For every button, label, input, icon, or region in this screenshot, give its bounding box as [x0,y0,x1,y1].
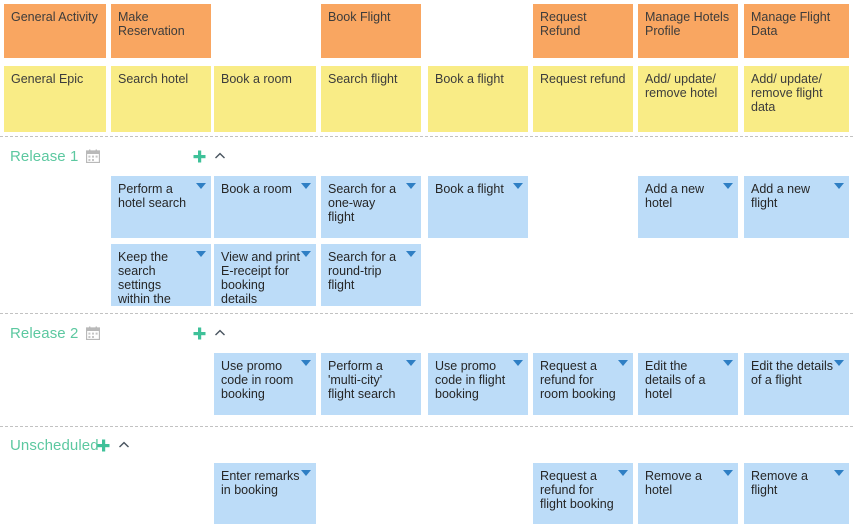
story-card-label: Book a room [221,182,292,196]
calendar-icon[interactable] [86,326,101,340]
chevron-down-icon[interactable] [301,360,311,366]
calendar-icon[interactable] [86,149,101,163]
epic-card[interactable]: Search flight [321,66,421,132]
chevron-down-icon[interactable] [834,470,844,476]
story-card-label: Search for a round-trip flight [328,250,397,292]
story-card[interactable]: Perform a 'multi-city' flight search [321,353,421,415]
chevron-down-icon[interactable] [618,470,628,476]
story-card[interactable]: Remove a hotel [638,463,738,524]
story-card-label: Request a refund for flight booking [540,469,614,511]
story-card-label: Book a flight [435,182,504,196]
story-card[interactable]: Request a refund for room booking [533,353,633,415]
chevron-down-icon[interactable] [513,360,523,366]
story-card[interactable]: Edit the details of a hotel [638,353,738,415]
story-card-label: View and print E-receipt for booking det… [221,250,300,306]
activity-card[interactable]: General Activity [4,4,106,58]
story-card[interactable]: Add a new flight [744,176,849,238]
release-header: Unscheduled [10,433,99,457]
story-card[interactable]: Request a refund for flight booking [533,463,633,524]
chevron-down-icon[interactable] [618,360,628,366]
chevron-down-icon[interactable] [723,183,733,189]
epic-card[interactable]: Add/ update/ remove flight data [744,66,849,132]
story-card-label: Use promo code in room booking [221,359,294,401]
chevron-down-icon[interactable] [406,360,416,366]
story-card-label: Enter remarks in booking [221,469,300,497]
chevron-down-icon[interactable] [406,251,416,257]
story-card-label: Perform a hotel search [118,182,187,210]
epic-card[interactable]: Add/ update/ remove hotel [638,66,738,132]
chevron-down-icon[interactable] [723,360,733,366]
activity-card[interactable]: Make Reservation [111,4,211,58]
story-card-label: Add a new flight [751,182,811,210]
story-card-label: Request a refund for room booking [540,359,616,401]
story-card-label: Add a new hotel [645,182,705,210]
release-actions [96,435,130,455]
release-title[interactable]: Release 2 [10,325,78,342]
activity-card[interactable]: Manage Hotels Profile [638,4,738,58]
activity-card[interactable]: Book Flight [321,4,421,58]
story-card[interactable]: Enter remarks in booking [214,463,316,524]
epic-card[interactable]: Search hotel [111,66,211,132]
chevron-down-icon[interactable] [301,183,311,189]
story-card[interactable]: Keep the search settings within the [111,244,211,306]
epic-card[interactable]: Request refund [533,66,633,132]
epic-card[interactable]: Book a room [214,66,316,132]
story-card[interactable]: Remove a flight [744,463,849,524]
story-card-label: Use promo code in flight booking [435,359,506,401]
release-title[interactable]: Unscheduled [10,437,99,454]
story-card[interactable]: View and print E-receipt for booking det… [214,244,316,306]
chevron-up-icon[interactable] [214,328,226,338]
chevron-down-icon[interactable] [196,251,206,257]
story-card-label: Edit the details of a flight [751,359,833,387]
story-card[interactable]: Search for a round-trip flight [321,244,421,306]
story-card-label: Search for a one-way flight [328,182,397,224]
release-header: Release 1 [10,144,101,168]
story-map-board: General Activity Make Reservation Book Fli… [0,0,853,524]
story-card[interactable]: Book a room [214,176,316,238]
story-card[interactable]: Edit the details of a flight [744,353,849,415]
story-card[interactable]: Use promo code in flight booking [428,353,528,415]
plus-icon[interactable] [96,438,111,453]
epic-card[interactable]: Book a flight [428,66,528,132]
story-card[interactable]: Add a new hotel [638,176,738,238]
section-divider [0,426,853,427]
story-card-label: Remove a flight [751,469,808,497]
chevron-up-icon[interactable] [118,440,130,450]
chevron-down-icon[interactable] [301,251,311,257]
epic-card[interactable]: General Epic [4,66,106,132]
chevron-down-icon[interactable] [834,183,844,189]
story-card[interactable]: Book a flight [428,176,528,238]
release-actions [192,323,226,343]
chevron-up-icon[interactable] [214,151,226,161]
story-card-label: Keep the search settings within the [118,250,171,306]
plus-icon[interactable] [192,149,207,164]
chevron-down-icon[interactable] [406,183,416,189]
story-card-label: Edit the details of a hotel [645,359,706,401]
story-card-label: Remove a hotel [645,469,702,497]
chevron-down-icon[interactable] [834,360,844,366]
activity-card[interactable]: Manage Flight Data [744,4,849,58]
release-title[interactable]: Release 1 [10,148,78,165]
story-card[interactable]: Search for a one-way flight [321,176,421,238]
chevron-down-icon[interactable] [301,470,311,476]
story-card-label: Perform a 'multi-city' flight search [328,359,396,401]
section-divider [0,136,853,137]
section-divider [0,313,853,314]
story-card[interactable]: Perform a hotel search [111,176,211,238]
chevron-down-icon[interactable] [513,183,523,189]
story-card[interactable]: Use promo code in room booking [214,353,316,415]
activity-card[interactable]: Request Refund [533,4,633,58]
chevron-down-icon[interactable] [196,183,206,189]
plus-icon[interactable] [192,326,207,341]
release-actions [192,146,226,166]
release-header: Release 2 [10,321,101,345]
chevron-down-icon[interactable] [723,470,733,476]
